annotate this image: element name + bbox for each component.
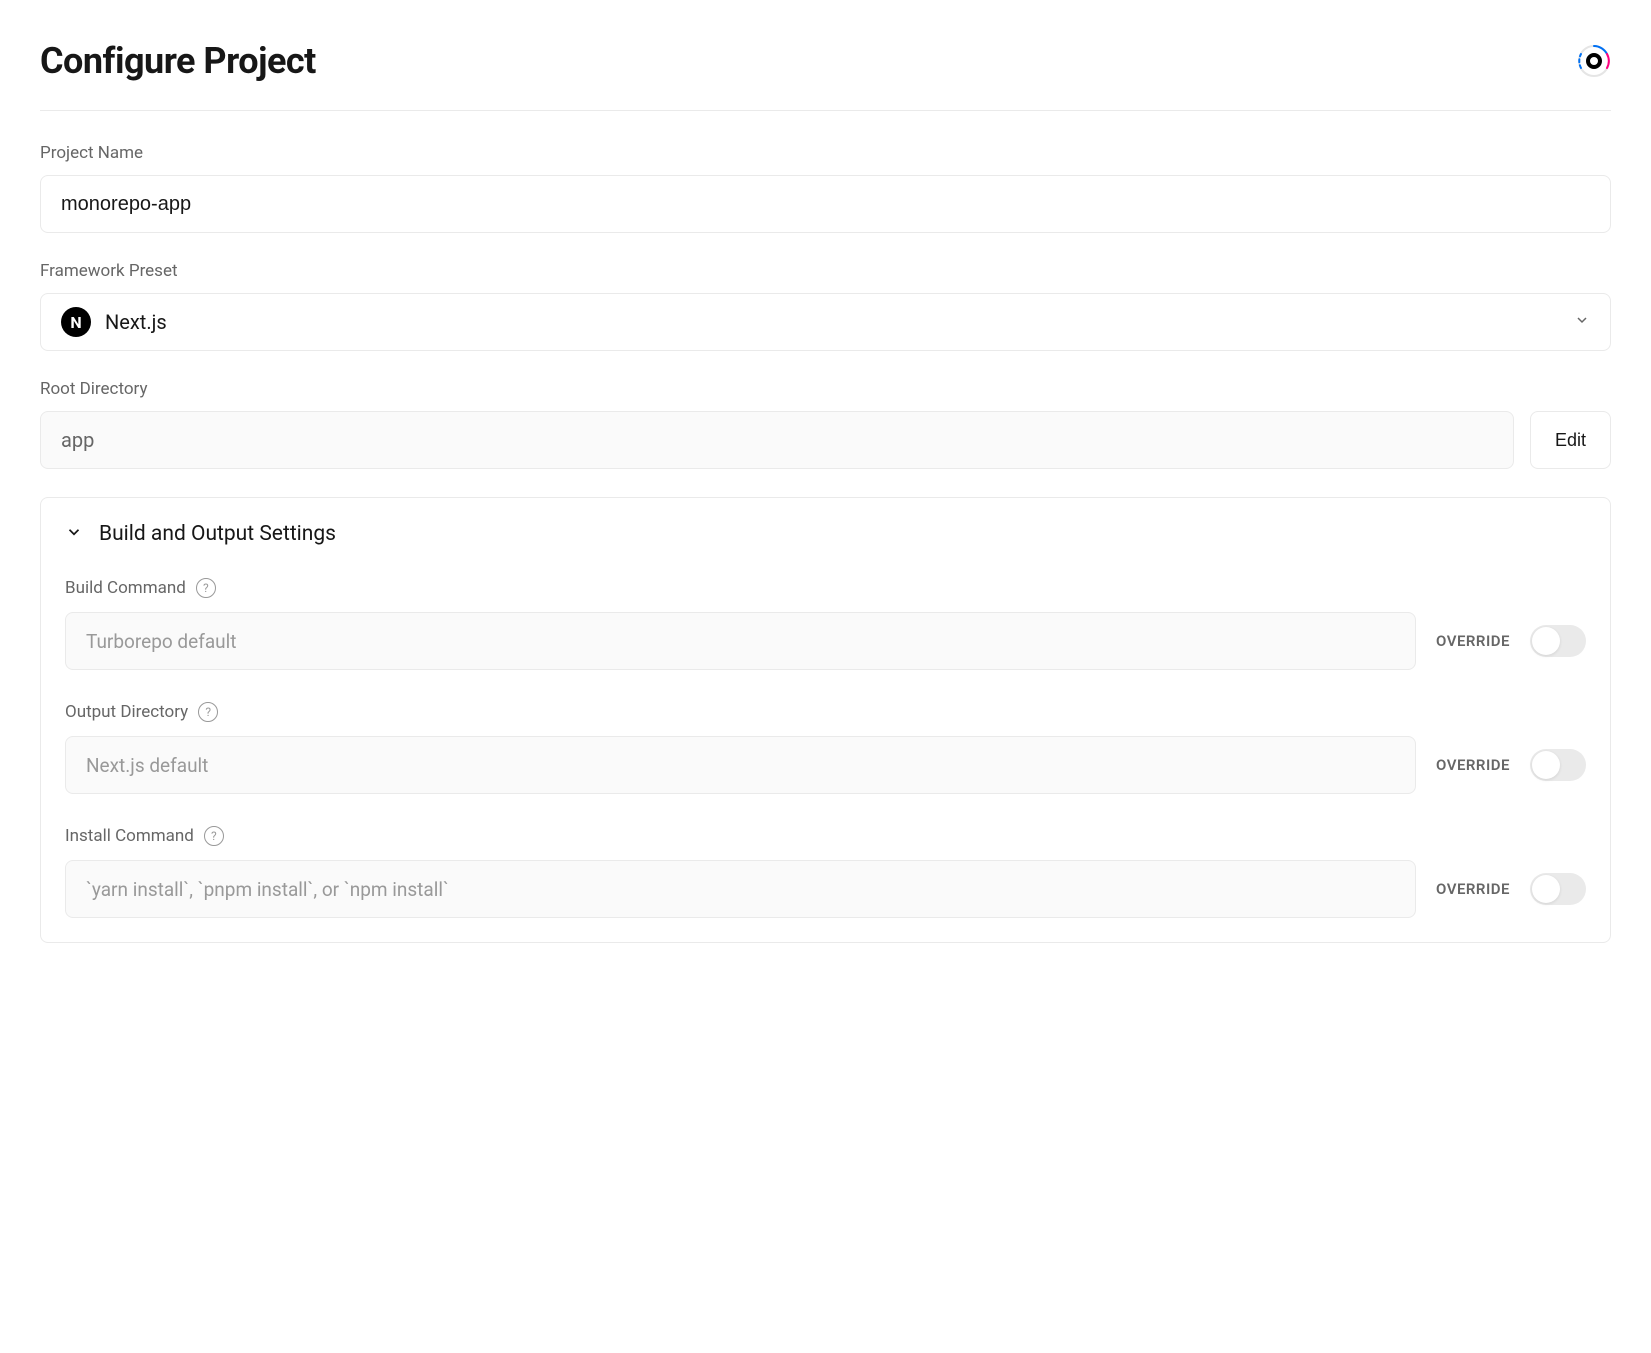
- build-output-settings-title: Build and Output Settings: [99, 522, 336, 546]
- project-name-label: Project Name: [40, 143, 1611, 163]
- build-command-row: Build Command ? Turborepo default OVERRI…: [65, 578, 1586, 670]
- edit-root-directory-button[interactable]: Edit: [1530, 411, 1611, 469]
- override-label: OVERRIDE: [1436, 756, 1510, 774]
- page-header: Configure Project: [40, 40, 1611, 111]
- framework-preset-label: Framework Preset: [40, 261, 1611, 281]
- output-directory-row: Output Directory ? Next.js default OVERR…: [65, 702, 1586, 794]
- override-label: OVERRIDE: [1436, 880, 1510, 898]
- framework-preset-select[interactable]: N Next.js: [40, 293, 1611, 351]
- project-name-input[interactable]: [40, 175, 1611, 233]
- help-icon[interactable]: ?: [198, 702, 218, 722]
- project-name-group: Project Name: [40, 143, 1611, 233]
- build-command-input: Turborepo default: [65, 612, 1416, 670]
- root-directory-value: app: [40, 411, 1514, 469]
- install-command-override-toggle[interactable]: [1530, 873, 1586, 905]
- toggle-knob: [1532, 627, 1560, 655]
- root-directory-group: Root Directory app Edit: [40, 379, 1611, 469]
- root-directory-label: Root Directory: [40, 379, 1611, 399]
- toggle-knob: [1532, 875, 1560, 903]
- page-title: Configure Project: [40, 40, 316, 82]
- help-icon[interactable]: ?: [196, 578, 216, 598]
- output-directory-override-toggle[interactable]: [1530, 749, 1586, 781]
- framework-preset-value: Next.js: [105, 310, 1574, 334]
- output-directory-input: Next.js default: [65, 736, 1416, 794]
- build-command-label: Build Command: [65, 578, 186, 598]
- build-output-settings-panel: Build and Output Settings Build Command …: [40, 497, 1611, 943]
- help-icon[interactable]: ?: [204, 826, 224, 846]
- install-command-input: `yarn install`, `pnpm install`, or `npm …: [65, 860, 1416, 918]
- output-directory-label: Output Directory: [65, 702, 188, 722]
- override-label: OVERRIDE: [1436, 632, 1510, 650]
- turborepo-logo-icon: [1577, 44, 1611, 78]
- toggle-knob: [1532, 751, 1560, 779]
- install-command-label: Install Command: [65, 826, 194, 846]
- build-command-override-toggle[interactable]: [1530, 625, 1586, 657]
- install-command-row: Install Command ? `yarn install`, `pnpm …: [65, 826, 1586, 918]
- framework-preset-group: Framework Preset N Next.js: [40, 261, 1611, 351]
- nextjs-icon: N: [61, 307, 91, 337]
- chevron-down-icon: [1574, 312, 1590, 332]
- build-output-settings-toggle[interactable]: Build and Output Settings: [65, 522, 1586, 546]
- chevron-down-icon: [65, 523, 83, 545]
